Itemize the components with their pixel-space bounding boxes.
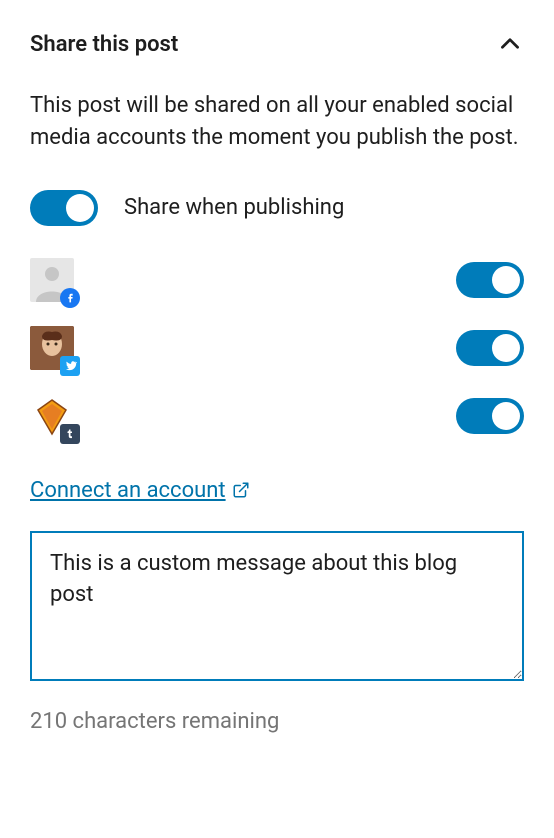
share-when-publishing-toggle[interactable] xyxy=(30,190,98,226)
facebook-icon xyxy=(60,288,80,308)
avatar-facebook xyxy=(30,258,74,302)
avatar-twitter xyxy=(30,326,74,370)
connect-account-label: Connect an account xyxy=(30,478,226,503)
custom-message-input[interactable] xyxy=(30,531,524,681)
account-toggle-tumblr[interactable] xyxy=(456,398,524,434)
account-toggle-facebook[interactable] xyxy=(456,262,524,298)
panel-header[interactable]: Share this post xyxy=(30,30,524,58)
panel-description: This post will be shared on all your ena… xyxy=(30,90,524,154)
avatar-tumblr xyxy=(30,394,74,438)
panel-title: Share this post xyxy=(30,32,178,57)
share-when-publishing-label: Share when publishing xyxy=(124,195,344,220)
connect-account-link[interactable]: Connect an account xyxy=(30,478,250,503)
external-link-icon xyxy=(232,481,250,499)
characters-remaining: 210 characters remaining xyxy=(30,709,524,734)
account-list xyxy=(30,258,524,438)
account-row-tumblr xyxy=(30,394,524,438)
account-row-facebook xyxy=(30,258,524,302)
account-row-twitter xyxy=(30,326,524,370)
chevron-up-icon xyxy=(496,30,524,58)
tumblr-icon xyxy=(60,424,80,444)
twitter-icon xyxy=(60,356,80,376)
account-toggle-twitter[interactable] xyxy=(456,330,524,366)
